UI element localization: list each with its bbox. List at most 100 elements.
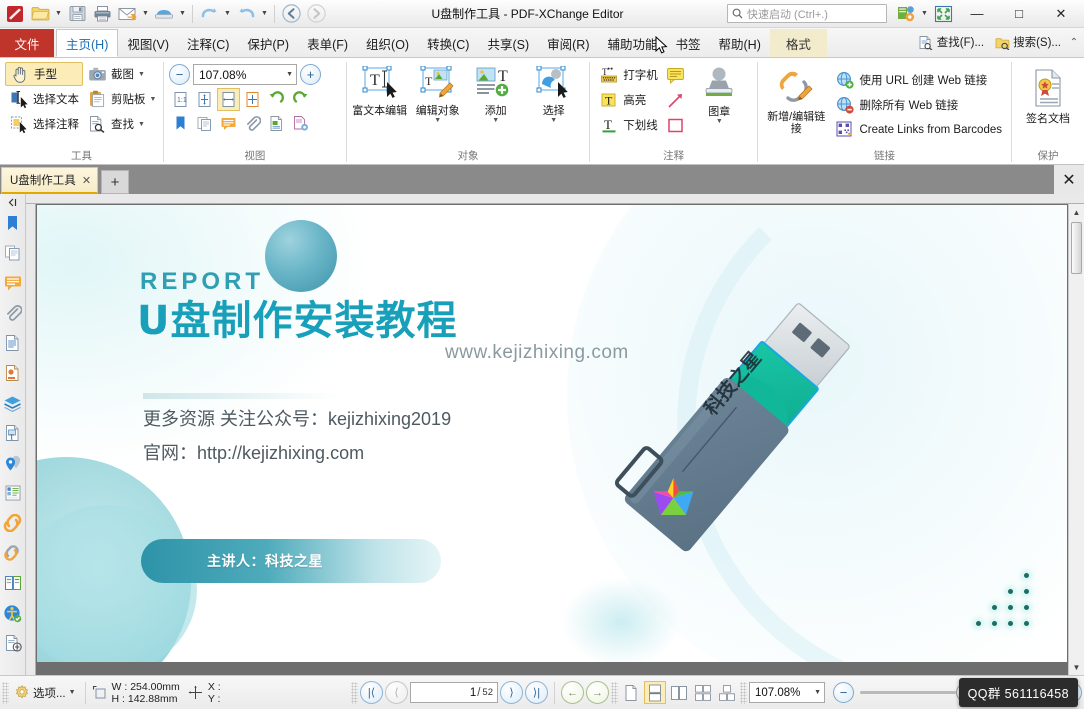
bookmarks-icon[interactable]	[169, 112, 192, 135]
signatures-panel-icon[interactable]	[1, 478, 25, 508]
redo-dropdown-caret[interactable]: ▼	[259, 2, 270, 26]
comments-panel-icon[interactable]	[217, 112, 240, 135]
minimize-button[interactable]: —	[956, 0, 998, 28]
print-icon[interactable]	[90, 2, 114, 26]
fit-page-icon[interactable]	[193, 88, 216, 111]
page-number-input[interactable]: 1 / 52	[410, 682, 498, 703]
scan-icon[interactable]	[152, 2, 176, 26]
redo-icon[interactable]	[234, 2, 258, 26]
two-page-continuous-icon[interactable]	[692, 681, 714, 704]
accessibility-panel-icon[interactable]	[1, 598, 25, 628]
statusbar-grip-2[interactable]	[351, 681, 358, 704]
attachments-panel-icon[interactable]	[1, 298, 25, 328]
pdf-page[interactable]: REPORT U盘制作安装教程 www.kejizhixing.com 更多资源…	[37, 205, 1067, 662]
content-panel-icon[interactable]	[265, 112, 288, 135]
email-dropdown-caret[interactable]: ▼	[140, 2, 151, 26]
tab-review[interactable]: 审阅(R)	[538, 29, 598, 57]
properties-icon[interactable]	[289, 112, 312, 135]
tab-file[interactable]: 文件	[0, 29, 54, 57]
statusbar-grip-3[interactable]	[611, 681, 618, 704]
tab-organize[interactable]: 组织(O)	[357, 29, 418, 57]
content-panel-icon[interactable]	[1, 328, 25, 358]
add-object-dropdown-caret[interactable]: ▼	[492, 117, 499, 125]
stamp-button[interactable]: 图章 ▼	[693, 63, 745, 126]
zoom-level-select[interactable]: 107.08% ▼	[193, 64, 297, 85]
undo-icon[interactable]	[197, 2, 221, 26]
scroll-down-icon[interactable]: ▼	[1069, 659, 1084, 675]
tab-view[interactable]: 视图(V)	[118, 29, 178, 57]
add-object-button[interactable]: T 添加 ▼	[468, 64, 524, 125]
new-tab-button[interactable]: +	[101, 170, 130, 194]
single-page-icon[interactable]	[620, 681, 642, 704]
tab-bookmarks[interactable]: 书签	[667, 29, 710, 57]
account-dropdown-caret[interactable]: ▼	[919, 2, 930, 26]
zoom-out-button[interactable]: −	[169, 64, 190, 85]
redaction-panel-icon[interactable]	[1, 538, 25, 568]
vertical-scrollbar[interactable]: ▲ ▼	[1068, 204, 1084, 675]
actual-size-icon[interactable]: 1:1	[169, 88, 192, 111]
create-web-link-button[interactable]: 使用 URL 创建 Web 链接	[831, 68, 1006, 92]
open-dropdown-caret[interactable]: ▼	[53, 2, 64, 26]
fit-width-icon[interactable]	[217, 88, 240, 111]
tool-hand-button[interactable]: 手型	[5, 62, 83, 86]
close-button[interactable]: ✕	[1040, 0, 1082, 28]
typewriter-button[interactable]: T 打字机	[595, 63, 661, 87]
pages-panel-icon[interactable]	[193, 112, 216, 135]
options-button[interactable]: 选项... ▼	[11, 681, 79, 705]
links-panel-icon[interactable]	[1, 508, 25, 538]
export-panel-icon[interactable]	[1, 628, 25, 658]
document-tab[interactable]: U盘制作工具 ✕	[1, 167, 99, 194]
last-page-button[interactable]: ⟩|	[525, 681, 548, 704]
quick-search-box[interactable]: 快速启动 (Ctrl+.)	[727, 4, 887, 23]
select-object-button[interactable]: 选择 ▼	[526, 64, 582, 125]
statusbar-grip-1[interactable]	[2, 681, 9, 704]
save-icon[interactable]	[65, 2, 89, 26]
tool-snapshot-button[interactable]: 截图 ▼	[83, 62, 160, 86]
options-dropdown-caret[interactable]: ▼	[69, 689, 76, 696]
underline-button[interactable]: T 下划线	[595, 113, 661, 137]
edit-link-button[interactable]: 新增/编辑链接	[763, 62, 829, 135]
tab-help[interactable]: 帮助(H)	[710, 29, 770, 57]
tool-find-button[interactable]: 查找 ▼	[83, 112, 160, 136]
scrollbar-thumb[interactable]	[1071, 222, 1082, 274]
two-page-icon[interactable]	[668, 681, 690, 704]
sticky-note-button[interactable]	[663, 63, 691, 87]
fullscreen-icon[interactable]	[930, 2, 956, 26]
app-icon[interactable]	[3, 2, 27, 26]
tool-select-annotation-button[interactable]: 选择注释	[5, 112, 83, 136]
statusbar-grip-4[interactable]	[740, 681, 747, 704]
close-document-button[interactable]: ✕	[1054, 165, 1084, 194]
highlight-button[interactable]: T 高亮	[595, 88, 661, 112]
edit-object-button[interactable]: T 编辑对象 ▼	[410, 64, 466, 125]
compare-panel-icon[interactable]	[1, 568, 25, 598]
layers-panel-icon[interactable]	[1, 388, 25, 418]
collapse-ribbon-icon[interactable]: ⌃	[1067, 37, 1081, 48]
forward-icon[interactable]	[304, 2, 328, 26]
bookmarks-panel-icon[interactable]	[1, 208, 25, 238]
status-zoom-out-button[interactable]: −	[833, 682, 854, 703]
tab-home[interactable]: 主页(H)	[56, 29, 119, 57]
nav-forward-button[interactable]: →	[586, 681, 609, 704]
maximize-button[interactable]: □	[998, 0, 1040, 28]
stamps-panel-icon[interactable]	[1, 358, 25, 388]
tool-select-text-button[interactable]: 选择文本	[5, 87, 83, 111]
continuous-page-icon[interactable]	[644, 681, 666, 704]
email-icon[interactable]	[115, 2, 139, 26]
two-page-cover-icon[interactable]	[716, 681, 738, 704]
barcode-link-button[interactable]: Create Links from Barcodes	[831, 118, 1006, 142]
find-command[interactable]: 查找(F)...	[914, 30, 988, 54]
tab-form[interactable]: 表单(F)	[298, 29, 357, 57]
tab-convert[interactable]: 转换(C)	[418, 29, 478, 57]
account-settings-icon[interactable]	[893, 2, 919, 26]
attachments-icon[interactable]	[241, 112, 264, 135]
remove-web-link-button[interactable]: 删除所有 Web 链接	[831, 93, 1006, 117]
rotate-ccw-icon[interactable]	[265, 88, 288, 111]
rich-text-edit-button[interactable]: T 富文本编辑	[352, 64, 408, 117]
collapse-panel-icon[interactable]	[1, 196, 25, 208]
back-icon[interactable]	[279, 2, 303, 26]
comments-panel-icon[interactable]	[1, 268, 25, 298]
tool-clipboard-button[interactable]: 剪贴板 ▼	[83, 87, 160, 111]
clipboard-dropdown-caret[interactable]: ▼	[150, 96, 157, 103]
thumbnails-panel-icon[interactable]	[1, 238, 25, 268]
close-icon[interactable]: ✕	[82, 174, 91, 187]
